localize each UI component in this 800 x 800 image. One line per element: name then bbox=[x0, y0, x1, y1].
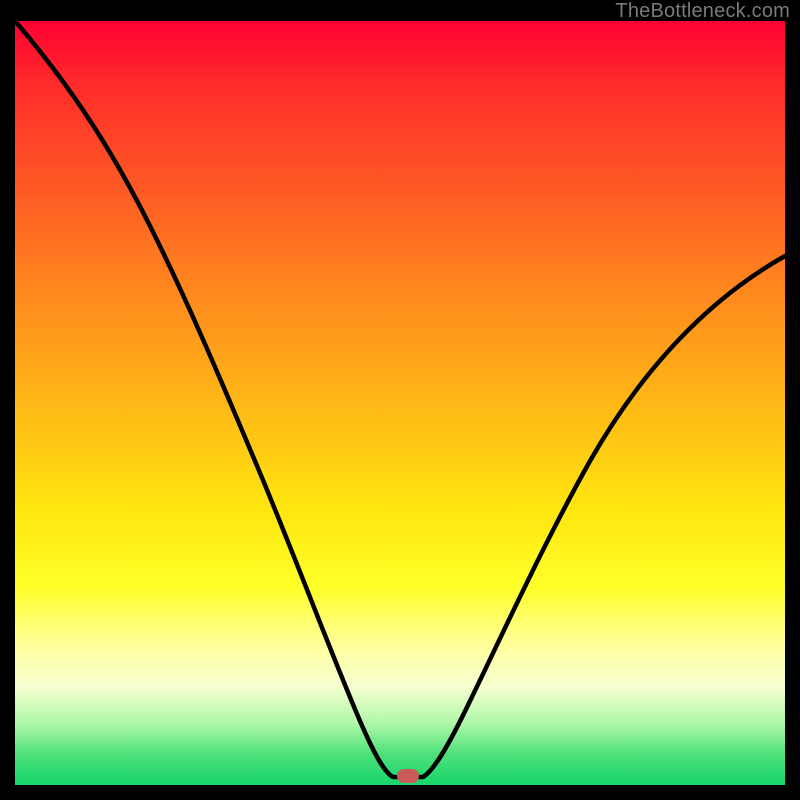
bottleneck-marker bbox=[397, 769, 419, 783]
plot-area bbox=[15, 21, 785, 785]
watermark-text: TheBottleneck.com bbox=[615, 0, 790, 23]
chart-frame: TheBottleneck.com bbox=[0, 0, 800, 800]
curve-path bbox=[15, 21, 785, 777]
bottleneck-curve bbox=[15, 21, 785, 785]
